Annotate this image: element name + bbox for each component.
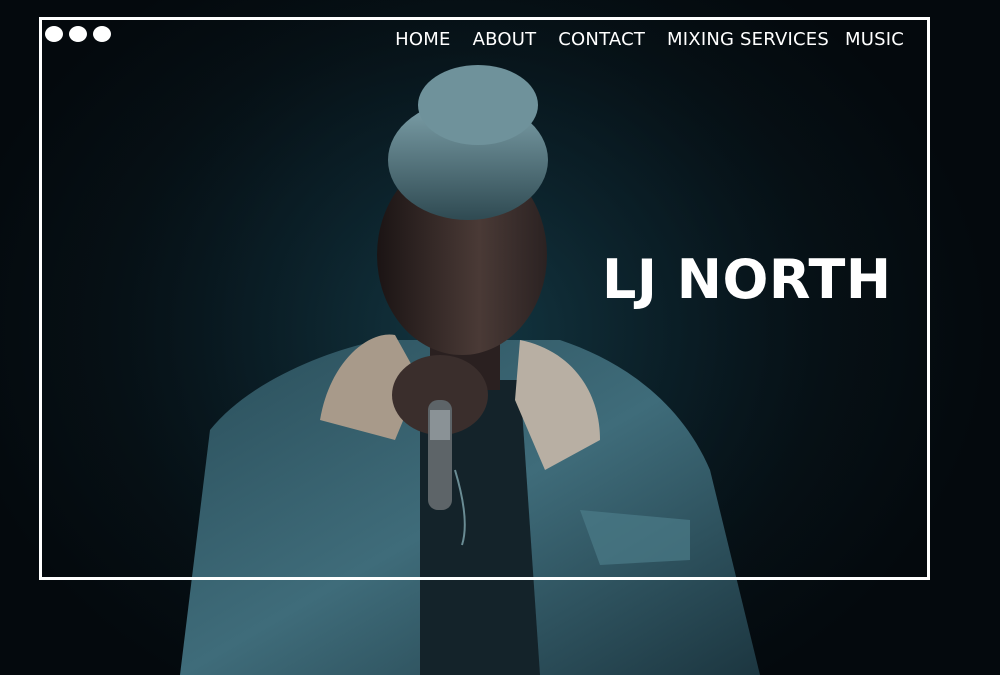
page: HOME ABOUT CONTACT MIXING SERVICES MUSIC… (0, 0, 1000, 675)
nav-item-mixing-services[interactable]: MIXING SERVICES (667, 29, 829, 50)
window-controls (45, 26, 111, 42)
nav-item-home[interactable]: HOME (395, 29, 450, 50)
window-dot-icon[interactable] (45, 26, 63, 42)
nav-item-music[interactable]: MUSIC (845, 29, 904, 50)
nav-item-contact[interactable]: CONTACT (558, 29, 645, 50)
nav-item-about[interactable]: ABOUT (473, 29, 537, 50)
hero-title: LJ NORTH (602, 248, 892, 312)
window-dot-icon[interactable] (93, 26, 111, 42)
main-nav: HOME ABOUT CONTACT MIXING SERVICES MUSIC (395, 29, 904, 50)
window-dot-icon[interactable] (69, 26, 87, 42)
